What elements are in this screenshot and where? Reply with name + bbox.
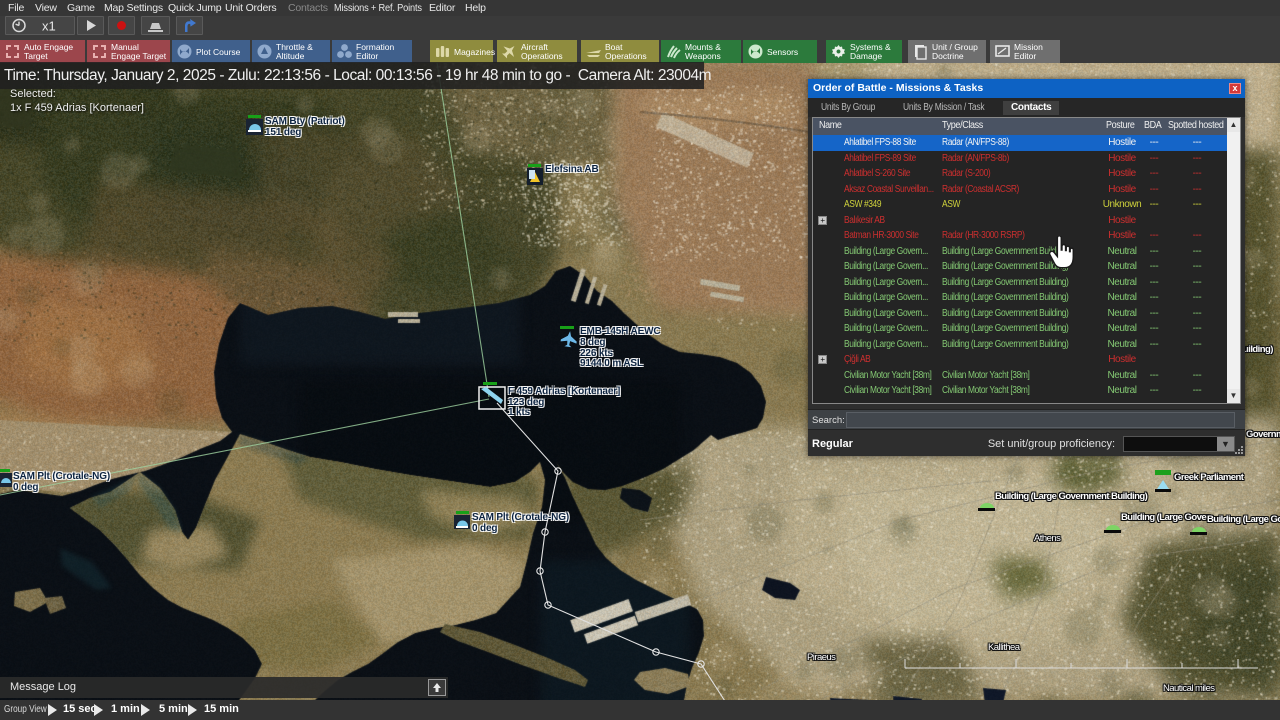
svg-text:x1: x1: [42, 19, 56, 34]
